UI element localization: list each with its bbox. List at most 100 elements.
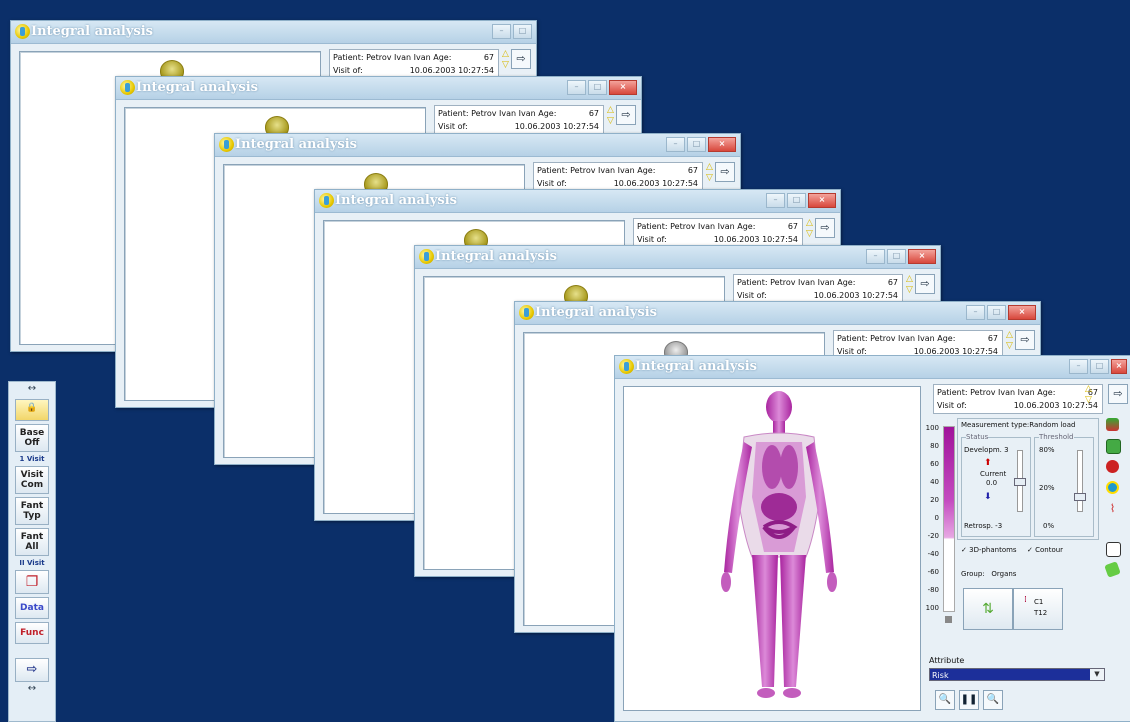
close-button[interactable]: × [609,80,637,95]
down-arrow-icon[interactable]: ▽ [706,173,713,183]
target-icon[interactable] [1106,481,1119,494]
base-off-button[interactable]: Base Off [15,424,49,452]
visit-com-button[interactable]: Visit Com [15,466,49,494]
current-label: Current [980,470,1007,478]
human-phantom-image [721,391,837,698]
maximize-button[interactable]: □ [588,80,607,95]
spine-range-button[interactable]: ⁞ C1 T12 [1013,588,1063,630]
down-arrow-icon[interactable]: ▽ [607,116,614,126]
maximize-button[interactable]: □ [1090,359,1109,374]
down-arrow-icon[interactable]: ▽ [502,60,509,70]
exit-button[interactable]: ⇨ [15,658,49,682]
data-button[interactable]: Data [15,597,49,619]
zoom-in-button[interactable]: 🔍 [983,690,1003,710]
layers-icon[interactable] [1106,418,1119,431]
up-arrow-icon[interactable]: △ [806,218,813,228]
app-icon [619,359,634,374]
chevron-down-icon[interactable]: ▼ [1090,669,1104,680]
minimize-button[interactable]: – [866,249,885,264]
minimize-button[interactable]: – [567,80,586,95]
up-arrow-icon[interactable]: △ [906,274,913,284]
title-bar[interactable]: Integral analysis – □ × [215,134,740,157]
up-arrow-icon[interactable]: △ [1006,330,1013,340]
close-button[interactable]: × [708,137,736,152]
threshold-80: 80% [1039,446,1055,454]
threshold-title: Threshold [1039,433,1074,441]
exit-button[interactable]: ⇨ [815,218,835,238]
grid-icon[interactable] [1106,439,1121,454]
lock-button[interactable]: 🔒 [15,399,49,421]
patient-info: Patient: Petrov Ivan Ivan Age: 67 Visit of… [434,105,604,135]
maximize-button[interactable]: □ [887,249,906,264]
curve-icon[interactable]: ⌇ [1106,502,1119,515]
exit-button[interactable]: ⇨ [1108,384,1128,404]
up-arrow-icon[interactable]: △ [1085,384,1092,394]
phantoms-checkbox[interactable]: ✓ [961,546,967,554]
func-button[interactable]: Func [15,622,49,644]
title-bar[interactable]: Integral analysis – □ × [515,302,1040,325]
cascade-windows-button[interactable]: ❐ [15,570,49,594]
title-bar[interactable]: Integral analysis – □ × [116,77,641,100]
down-arrow-icon[interactable]: ▽ [906,285,913,295]
maximize-button[interactable]: □ [787,193,806,208]
threshold-slider[interactable] [1074,450,1086,512]
phantom-view[interactable] [623,386,921,711]
develop-value: 3 [1004,446,1009,454]
color-bar [943,426,955,612]
exit-button[interactable]: ⇨ [915,274,935,294]
patient-info: Patient: Petrov Ivan Ivan Age: 67 Visit of… [633,218,803,248]
title-bar[interactable]: Integral analysis – □ × [615,356,1130,379]
scale-tick: 0 [934,514,939,522]
up-arrow-icon: ⬆ [984,458,992,468]
maximize-button[interactable]: □ [987,305,1006,320]
window-title: Integral analysis [136,80,259,95]
eraser-icon[interactable] [1104,561,1121,578]
attribute-value: Risk [932,671,949,680]
minimize-button[interactable]: – [1069,359,1088,374]
status-slider-knob[interactable] [1014,478,1026,486]
status-slider[interactable] [1014,450,1026,512]
fant-typ-button[interactable]: Fant Typ [15,497,49,525]
close-button[interactable]: × [1111,359,1127,374]
organ-sort-button[interactable]: ⇅ [963,588,1013,630]
threshold-slider-knob[interactable] [1074,493,1086,501]
scale-tick: 80 [930,442,939,450]
report-icon[interactable] [1106,542,1121,557]
down-arrow-icon[interactable]: ▽ [806,229,813,239]
current-value: 0.0 [986,479,998,487]
up-arrow-icon[interactable]: △ [607,105,614,115]
title-bar[interactable]: Integral analysis – □ [11,21,536,44]
down-arrow-icon[interactable]: ▽ [1085,395,1092,405]
toolbar-resize-top[interactable]: ↔ [9,382,55,396]
exit-button[interactable]: ⇨ [715,162,735,182]
contour-checkbox[interactable]: ✓ [1027,546,1033,554]
minimize-button[interactable]: – [766,193,785,208]
main-analysis-window[interactable]: Integral analysis – □ × Patient: Petrov … [614,355,1130,722]
exit-button[interactable]: ⇨ [616,105,636,125]
maximize-button[interactable]: □ [513,24,532,39]
close-button[interactable]: × [808,193,836,208]
maximize-button[interactable]: □ [687,137,706,152]
zoom-out-button[interactable]: 🔍 [935,690,955,710]
exit-button[interactable]: ⇨ [511,49,531,69]
measurement-type-value: Random load [1029,421,1076,429]
minimize-button[interactable]: – [966,305,985,320]
stop-icon[interactable] [1106,460,1119,473]
title-bar[interactable]: Integral analysis – □ × [315,190,840,213]
fant-all-button[interactable]: Fant All [15,528,49,556]
up-arrow-icon[interactable]: △ [706,162,713,172]
scale-tick: -40 [927,550,939,558]
minimize-button[interactable]: – [666,137,685,152]
window-title: Integral analysis [335,193,458,208]
up-arrow-icon[interactable]: △ [502,49,509,59]
window-title: Integral analysis [635,359,758,374]
toolbar-resize-bottom[interactable]: ↔ [9,682,55,696]
exit-button[interactable]: ⇨ [1015,330,1035,350]
down-arrow-icon[interactable]: ▽ [1006,341,1013,351]
close-button[interactable]: × [1008,305,1036,320]
title-bar[interactable]: Integral analysis – □ × [415,246,940,269]
close-button[interactable]: × [908,249,936,264]
pause-button[interactable]: ❚❚ [959,690,979,710]
attribute-select[interactable]: Risk ▼ [929,668,1105,681]
minimize-button[interactable]: – [492,24,511,39]
